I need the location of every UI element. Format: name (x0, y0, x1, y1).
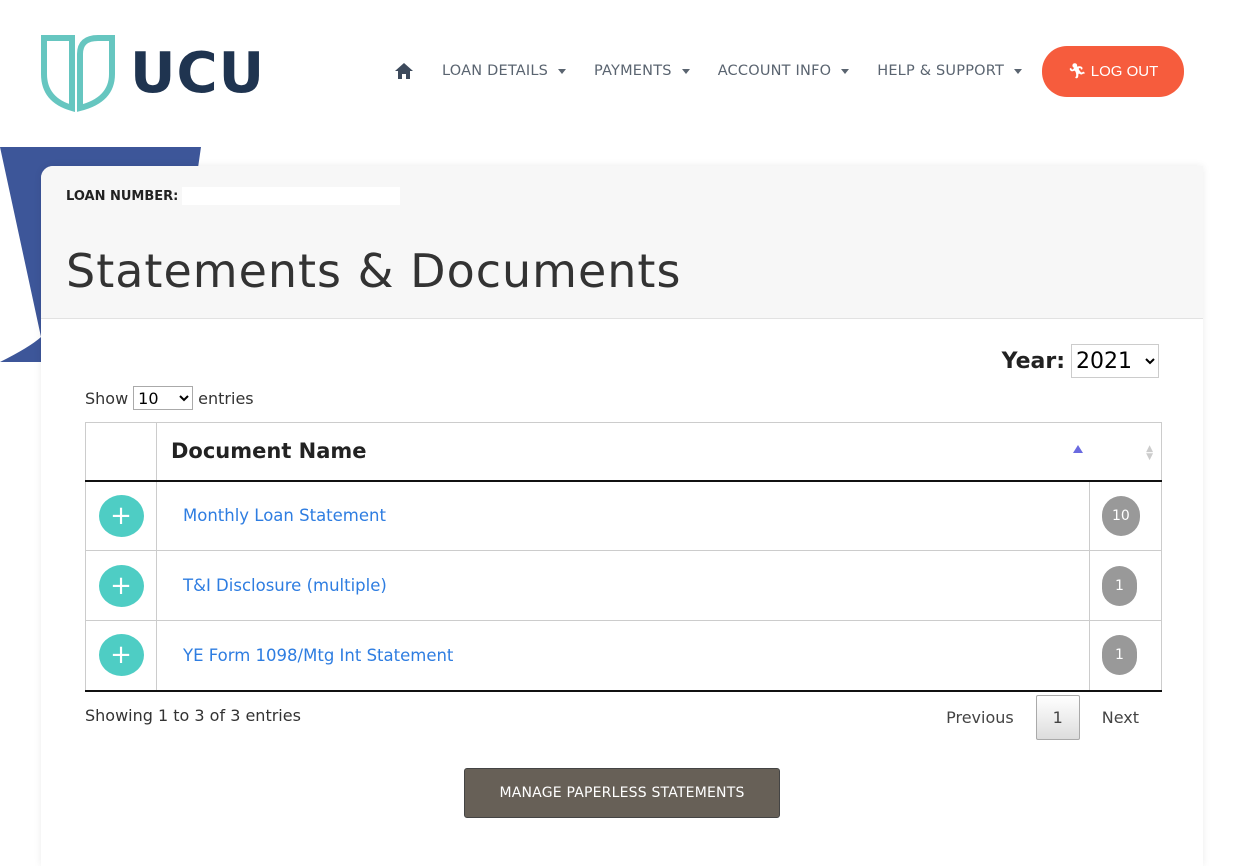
count-badge: 1 (1102, 635, 1137, 676)
caret-down-icon (841, 68, 850, 74)
nav-loan-details[interactable]: LOAN DETAILS (442, 63, 567, 79)
entries-select[interactable]: 10 (133, 386, 194, 410)
caret-down-icon (1014, 68, 1023, 74)
next-button[interactable]: Next (1080, 708, 1161, 727)
loan-number-label: LOAN NUMBER: (66, 188, 179, 204)
home-icon[interactable] (394, 62, 414, 80)
show-label: Show (85, 388, 129, 408)
year-select[interactable]: 2021 (1071, 344, 1159, 378)
manage-paperless-button[interactable]: MANAGE PAPERLESS STATEMENTS (464, 768, 780, 818)
year-label: Year: (1001, 348, 1065, 374)
table-info: Showing 1 to 3 of 3 entries (85, 706, 301, 725)
page-1-button[interactable]: 1 (1035, 695, 1080, 740)
expand-button[interactable]: + (98, 634, 144, 677)
nav-payments[interactable]: PAYMENTS (594, 63, 690, 79)
document-name-header[interactable]: Document Name ▲ ▼ (156, 422, 1162, 482)
nav-help-support[interactable]: HELP & SUPPORT (877, 63, 1023, 79)
header-label: Document Name (171, 439, 367, 464)
nav-label: PAYMENTS (594, 63, 672, 79)
document-link[interactable]: T&I Disclosure (multiple) (157, 576, 387, 595)
nav-account-info[interactable]: ACCOUNT INFO (718, 63, 850, 79)
logout-label: LOG OUT (1090, 62, 1159, 80)
sort-icon[interactable]: ▲ ▼ (1146, 445, 1153, 462)
entries-length: Show 10 entries (85, 386, 254, 410)
expand-button[interactable]: + (98, 494, 144, 537)
page-title: Statements & Documents (66, 244, 682, 298)
caret-down-icon (681, 68, 690, 74)
logo[interactable]: UCU (40, 34, 265, 112)
table-row: + Monthly Loan Statement 10 (85, 480, 1162, 551)
main-nav: LOAN DETAILS PAYMENTS ACCOUNT INFO HELP … (380, 45, 1185, 97)
logo-mark (41, 35, 115, 112)
table-row: + YE Form 1098/Mtg Int Statement 1 (85, 620, 1162, 691)
documents-card: LOAN NUMBER: Statements & Documents Year… (41, 166, 1203, 866)
previous-button[interactable]: Previous (924, 708, 1036, 727)
expand-button[interactable]: + (98, 564, 144, 607)
count-badge: 1 (1102, 565, 1137, 606)
logo-text: UCU (130, 40, 266, 106)
running-icon: 🏃︎ (1067, 63, 1087, 80)
document-link[interactable]: YE Form 1098/Mtg Int Statement (157, 646, 453, 665)
documents-table: Document Name ▲ ▼ + Monthly Loan Statement 1… (85, 422, 1162, 692)
logout-button[interactable]: 🏃︎ LOG OUT (1042, 45, 1185, 97)
expand-column-header (85, 422, 157, 482)
loan-number: LOAN NUMBER: (66, 187, 401, 205)
entries-label: entries (198, 388, 254, 408)
document-link[interactable]: Monthly Loan Statement (157, 506, 386, 525)
nav-label: ACCOUNT INFO (717, 63, 832, 79)
pagination: Previous 1 Next (924, 695, 1161, 740)
nav-label: HELP & SUPPORT (877, 63, 1005, 79)
year-filter: Year: 2021 (1002, 344, 1159, 378)
count-badge: 10 (1102, 495, 1140, 536)
caret-down-icon (558, 68, 567, 74)
card-header: LOAN NUMBER: Statements & Documents (41, 166, 1203, 319)
loan-number-value (182, 187, 401, 205)
nav-label: LOAN DETAILS (442, 63, 549, 79)
sort-asc-icon (1073, 445, 1083, 453)
table-row: + T&I Disclosure (multiple) 1 (85, 550, 1162, 621)
